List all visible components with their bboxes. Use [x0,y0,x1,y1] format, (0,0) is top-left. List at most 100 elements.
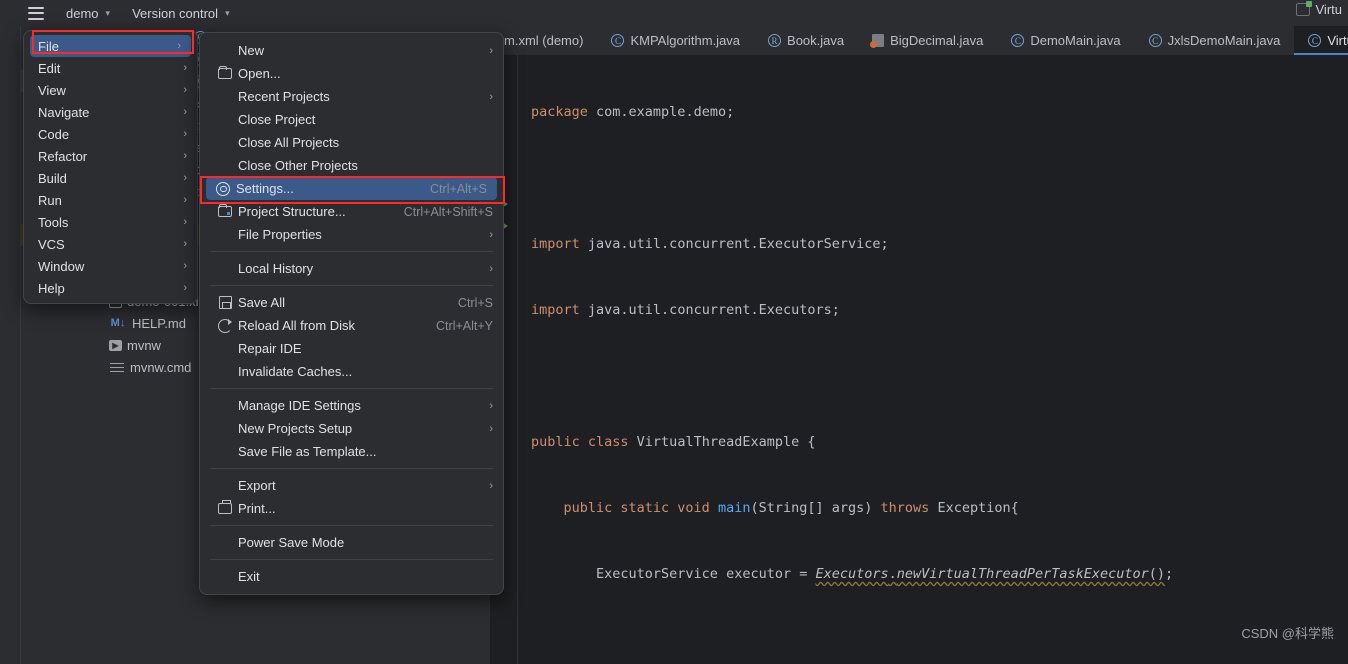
file-menu-item-local-history[interactable]: Local History › [200,257,503,280]
cmd-file-icon [109,359,125,375]
file-menu-item-print[interactable]: Print... [200,497,503,520]
editor-tab[interactable]: C JxlsDemoMain.java [1135,26,1295,55]
menu-item-label: Repair IDE [238,341,302,356]
file-menu-item-close-project[interactable]: Close Project [200,108,503,131]
project-structure-icon [218,203,232,217]
editor-tab[interactable]: R Book.java [754,26,858,55]
menu-item-label: Close Other Projects [238,158,358,173]
menu-item-label: Close All Projects [238,135,340,150]
menu-item-label: Recent Projects [238,89,330,104]
chevron-right-icon: › [489,44,493,57]
main-menu-item-code[interactable]: Code › [24,123,197,145]
chevron-right-icon: › [183,106,187,118]
menu-item-label: Close Project [238,112,316,127]
project-name-label: demo [66,5,99,21]
code-editor[interactable]: package com.example.demo; import java.ut… [490,55,1348,664]
file-menu-item-new-projects-setup[interactable]: New Projects Setup › [200,417,503,440]
code-line: public class VirtualThreadExample { [531,434,816,450]
file-menu-item-file-properties[interactable]: File Properties › [200,223,503,246]
main-menu-item-help[interactable]: Help › [24,277,197,299]
menu-separator [210,525,493,526]
project-selector[interactable]: demo ▾ [66,6,110,21]
markdown-icon: M↓ [110,317,126,329]
main-menu-item-build[interactable]: Build › [24,167,197,189]
main-menu-item-refactor[interactable]: Refactor › [24,145,197,167]
chevron-right-icon: › [183,282,187,294]
editor-tab-bar[interactable]: m.xml (demo) C KMPAlgorithm.java R Book.java… [490,26,1348,55]
menu-item-label: Tools [38,214,69,230]
file-menu-item-close-other-projects[interactable]: Close Other Projects [200,154,503,177]
editor-tab[interactable]: C VirtualThr [1294,26,1348,55]
run-configuration-chip[interactable]: Virtu [1295,1,1343,17]
menu-item-label: Help [38,280,65,296]
file-menu-item-settings[interactable]: Settings... Ctrl+Alt+S [206,177,497,200]
menu-item-label: Exit [238,569,260,584]
editor-tab[interactable]: m.xml (demo) [490,26,597,55]
chevron-right-icon: › [183,84,187,96]
hamburger-menu-icon[interactable] [28,6,44,20]
project-structure-icon [216,203,234,217]
file-menu-item-close-all-projects[interactable]: Close All Projects [200,131,503,154]
virtual-thread-run-icon [1295,1,1312,16]
file-menu-item-project-structure[interactable]: Project Structure... Ctrl+Alt+Shift+S [200,200,503,223]
title-bar: demo ▾ Version control ▾ Virtu [0,0,1348,26]
editor-tab-label: JxlsDemoMain.java [1167,33,1281,48]
menu-separator [210,559,493,560]
menu-item-shortcut: Ctrl+Alt+Y [436,318,493,333]
main-menu-item-edit[interactable]: Edit › [24,57,197,79]
chevron-right-icon: › [489,399,493,412]
run-configuration-label: Virtu [1315,2,1343,17]
main-menu-item-file[interactable]: File › [30,35,191,57]
java-library-icon [870,34,885,48]
file-menu-item-reload-all-from-disk[interactable]: Reload All from Disk Ctrl+Alt+Y [200,314,503,337]
file-menu-item-export[interactable]: Export › [200,474,503,497]
file-menu-item-save-all[interactable]: Save All Ctrl+S [200,291,503,314]
menu-item-label: File Properties [238,227,322,242]
chevron-right-icon: › [183,216,187,228]
menu-item-label: New [238,43,265,58]
file-menu-item-save-file-as-template[interactable]: Save File as Template... [200,440,503,463]
file-menu-item-exit[interactable]: Exit [200,565,503,588]
main-menu-item-vcs[interactable]: VCS › [24,233,197,255]
editor-tab-label: Book.java [787,33,845,48]
main-menu-item-navigate[interactable]: Navigate › [24,101,197,123]
chevron-right-icon: › [489,422,493,435]
editor-tab[interactable]: C KMPAlgorithm.java [597,26,754,55]
menu-item-label: View [38,82,66,98]
main-menu-item-view[interactable]: View › [24,79,197,101]
left-tool-window-bar[interactable] [0,26,21,664]
run-widget-area: Virtu [1295,1,1343,17]
menu-item-label: Code [38,126,70,142]
file-menu-item-new[interactable]: New › [200,39,503,62]
main-menu-item-run[interactable]: Run › [24,189,197,211]
file-menu-item-recent-projects[interactable]: Recent Projects › [200,85,503,108]
version-control-widget[interactable]: Version control ▾ [132,6,230,21]
chevron-right-icon: › [489,479,493,492]
file-menu-item-invalidate-caches[interactable]: Invalidate Caches... [200,360,503,383]
file-menu-item-power-save-mode[interactable]: Power Save Mode [200,531,503,554]
file-submenu-popup[interactable]: New › Open... Recent Projects › Close Project… [199,32,504,595]
editor-tab[interactable]: BigDecimal.java [858,26,997,55]
chevron-down-icon: ▾ [225,7,230,18]
file-menu-item-open[interactable]: Open... [200,62,503,85]
menu-item-label: Reload All from Disk [238,318,356,333]
code-content[interactable]: package com.example.demo; import java.ut… [518,55,1348,664]
file-menu-item-repair-ide[interactable]: Repair IDE [200,337,503,360]
main-menu-popup[interactable]: File › Edit › View › Navigate › Code › Refactor › Bu… [23,30,198,304]
menu-separator [210,388,493,389]
reload-icon [216,318,234,333]
menu-separator [210,285,493,286]
editor-area: m.xml (demo) C KMPAlgorithm.java R Book.java… [490,26,1348,664]
chevron-right-icon: › [183,194,187,206]
menu-item-label: Edit [38,60,61,76]
file-menu-item-manage-ide-settings[interactable]: Manage IDE Settings › [200,394,503,417]
chevron-right-icon: › [183,172,187,184]
editor-tab[interactable]: C DemoMain.java [997,26,1134,55]
menu-item-label: Project Structure... [238,204,346,219]
watermark-text: CSDN @科学熊 [1241,626,1334,641]
editor-tab-label: DemoMain.java [1030,33,1121,48]
menu-item-shortcut: Ctrl+Alt+Shift+S [403,204,493,219]
main-menu-item-window[interactable]: Window › [24,255,197,277]
menu-separator [210,468,493,469]
main-menu-item-tools[interactable]: Tools › [24,211,197,233]
